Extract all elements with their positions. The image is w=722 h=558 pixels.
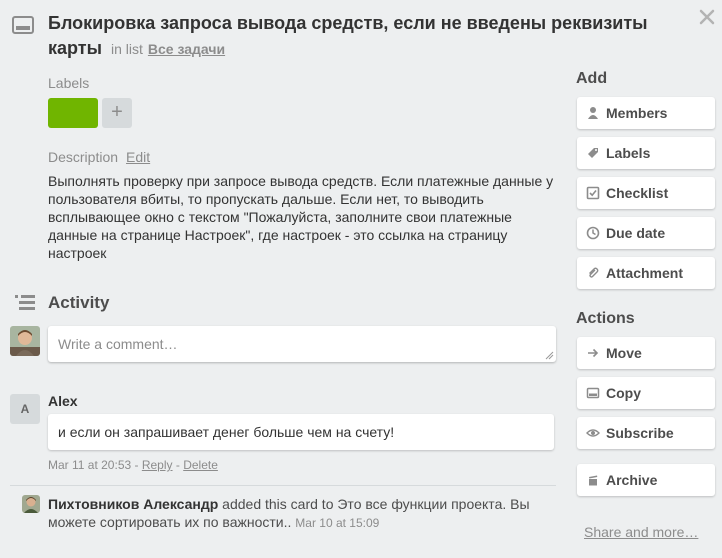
copy-button[interactable]: Copy xyxy=(577,377,715,409)
move-label: Move xyxy=(606,345,642,361)
add-heading: Add xyxy=(576,70,608,87)
subscribe-label: Subscribe xyxy=(606,425,674,441)
description-text[interactable]: Выполнять проверку при запросе вывода ср… xyxy=(48,172,558,262)
event-date[interactable]: Mar 10 at 15:09 xyxy=(295,516,379,530)
card-icon xyxy=(586,387,600,399)
archive-label: Archive xyxy=(606,472,658,488)
reply-link[interactable]: Reply xyxy=(142,458,173,472)
activity-event: Пихтовников Александр added this card to… xyxy=(48,495,558,532)
members-label: Members xyxy=(606,105,668,121)
comment-input[interactable]: Write a comment… xyxy=(48,326,556,362)
checklist-label: Checklist xyxy=(606,185,669,201)
comment-meta: Mar 11 at 20:53 - Reply - Delete xyxy=(48,458,218,472)
resize-grip-icon[interactable] xyxy=(545,351,554,360)
archive-button[interactable]: Archive xyxy=(577,464,715,496)
labels-label: Labels xyxy=(606,145,651,161)
comment-placeholder: Write a comment… xyxy=(58,336,178,352)
members-button[interactable]: Members xyxy=(577,97,715,129)
attachment-button[interactable]: Attachment xyxy=(577,257,715,289)
archive-icon xyxy=(589,475,598,486)
arrow-right-icon xyxy=(588,348,599,358)
delete-link[interactable]: Delete xyxy=(183,458,218,472)
share-and-more-link[interactable]: Share and more… xyxy=(584,524,698,540)
tag-icon xyxy=(588,148,598,158)
avatar xyxy=(22,495,40,513)
meta-separator: - xyxy=(172,458,184,472)
attachment-label: Attachment xyxy=(606,265,684,281)
event-author[interactable]: Пихтовников Александр xyxy=(48,496,218,512)
meta-separator: - xyxy=(131,458,142,472)
avatar xyxy=(10,326,40,356)
list-link[interactable]: Все задачи xyxy=(148,41,225,57)
checkbox-icon xyxy=(586,186,600,200)
comment-author[interactable]: Alex xyxy=(48,393,78,409)
move-button[interactable]: Move xyxy=(577,337,715,369)
activity-heading: Activity xyxy=(48,293,110,312)
list-icon xyxy=(15,295,35,310)
close-icon[interactable] xyxy=(698,8,716,26)
card-icon xyxy=(12,16,34,34)
checklist-button[interactable]: Checklist xyxy=(577,177,715,209)
person-icon xyxy=(588,107,598,119)
clock-icon xyxy=(586,226,600,240)
comment-text: и если он запрашивает денег больше чем н… xyxy=(48,414,554,450)
avatar: A xyxy=(10,394,40,424)
comment-date[interactable]: Mar 11 at 20:53 xyxy=(48,458,131,472)
eye-icon xyxy=(586,429,600,437)
subscribe-button[interactable]: Subscribe xyxy=(577,417,715,449)
user-avatar-icon xyxy=(22,495,40,513)
paperclip-icon xyxy=(589,267,599,278)
edit-description-link[interactable]: Edit xyxy=(126,149,150,165)
description-heading: Description Edit xyxy=(48,149,150,165)
labels-button[interactable]: Labels xyxy=(577,137,715,169)
label-green[interactable] xyxy=(48,98,98,128)
in-list-label: in list xyxy=(110,41,143,57)
copy-label: Copy xyxy=(606,385,641,401)
divider xyxy=(10,485,556,486)
add-label-button[interactable]: + xyxy=(102,98,132,128)
actions-heading: Actions xyxy=(576,310,635,327)
user-avatar-icon xyxy=(10,326,40,356)
due-date-label: Due date xyxy=(606,225,666,241)
labels-heading: Labels xyxy=(48,75,90,91)
card-title[interactable]: Блокировка запроса вывода средств, если … xyxy=(48,11,668,62)
due-date-button[interactable]: Due date xyxy=(577,217,715,249)
description-heading-text: Description xyxy=(48,149,119,165)
